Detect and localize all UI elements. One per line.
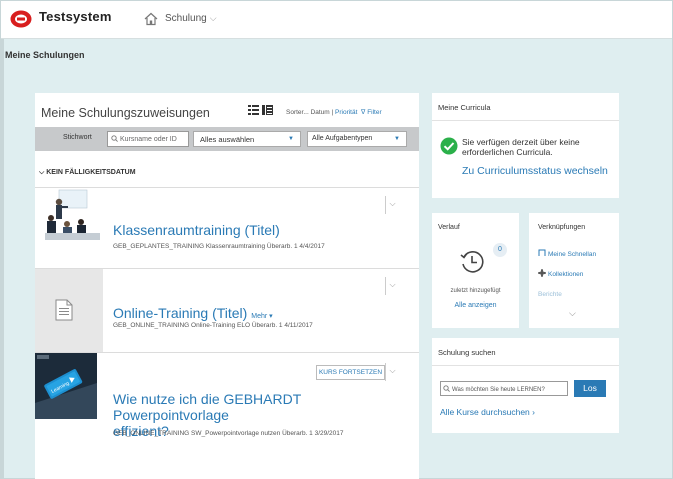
search-icon [111, 135, 118, 142]
history-clock-icon [460, 251, 484, 273]
chevron-down-icon: ⌵ [389, 199, 396, 208]
history-count-badge: 0 [493, 243, 507, 257]
list-item: Learning KURS FORTSETZEN ⌵ Wie nutze ich… [35, 352, 419, 479]
detail-view-icon[interactable] [262, 105, 273, 115]
check-circle-icon [440, 137, 458, 155]
shortcuts-card: Verknüpfungen Meine Schnellan Kollektion… [529, 213, 619, 328]
keyword-label: Stichwort [63, 134, 92, 141]
home-icon[interactable] [144, 12, 158, 26]
bookmark-icon [538, 249, 546, 256]
app-frame: Testsystem Schulung ⌵ Meine Schulungen Me… [0, 0, 673, 479]
more-link[interactable]: Mehr ▾ [251, 313, 272, 320]
document-icon [55, 299, 73, 321]
item-title-link[interactable]: Klassenraumtraining (Titel) [113, 222, 280, 238]
list-item: Online-Training (Titel) Mehr ▾ GEB_ONLIN… [35, 268, 419, 353]
classroom-training-image [45, 188, 100, 240]
chevron-down-icon: ⌵ [389, 366, 396, 375]
chevron-down-icon: ⌵ [209, 13, 217, 23]
item-meta: GEB_ONLINE_TRAINING Online-Training ELO … [113, 322, 313, 329]
collections-icon [538, 269, 546, 277]
item-title-line1: Wie nutze ich die GEBHARDT Powerpointvor… [113, 391, 302, 423]
select-all-dropdown[interactable]: Alles auswählen ▼ [193, 131, 301, 147]
task-types-dropdown[interactable]: Alle Aufgabentypen ▼ [307, 131, 407, 147]
filter-bar: Stichwort Kursname oder ID Alles auswähl… [35, 127, 419, 151]
item-meta: GEB_GEPLANTES_TRAINING Klassenraumtraini… [113, 243, 325, 250]
no-due-date-heading[interactable]: ⌵ KEIN FÄLLIGKEITSDATUM [39, 169, 136, 177]
item-meta: GEB_ONLINE_TRAINING SW_Powerpointvorlage… [113, 430, 344, 437]
list-view-icon[interactable] [248, 105, 259, 115]
search-icon [443, 385, 450, 392]
nav-schulung-label: Schulung [165, 13, 207, 24]
item-menu-button[interactable]: ⌵ [385, 196, 399, 214]
chevron-down-icon[interactable]: ⌵ [569, 308, 576, 319]
gebhardt-logo[interactable] [10, 10, 32, 28]
assignments-panel: Meine Schulungszuweisungen Sorter... Dat… [35, 93, 419, 479]
left-edge-divider [1, 39, 4, 479]
caret-down-icon: ▼ [288, 136, 294, 142]
course-search-placeholder: Was möchten Sie heute LERNEN? [452, 387, 545, 393]
history-title: Verlauf [438, 224, 460, 231]
curricula-status-link[interactable]: Zu Curriculumsstatus wechseln [462, 165, 608, 177]
continue-course-button[interactable]: KURS FORTSETZEN [316, 365, 385, 380]
keyword-search-placeholder: Kursname oder ID [120, 136, 177, 143]
assignments-heading: Meine Schulungszuweisungen [41, 106, 210, 120]
app-brand: Testsystem [39, 9, 112, 24]
view-toggle [248, 105, 273, 115]
course-search-card: Schulung suchen Was möchten Sie heute LE… [432, 338, 619, 433]
elearning-image: Learning [35, 353, 97, 419]
sort-controls: Sorter... Datum | Priorität ∇ Filter [286, 108, 382, 116]
curricula-title: Meine Curricula [438, 103, 491, 112]
curricula-status-text: Sie verfügen derzeit über keine erforder… [462, 137, 580, 157]
shortcut-collections-label: Kollektionen [548, 271, 584, 278]
history-card: Verlauf 0 zuletzt hinzugefügt Alle anzei… [432, 213, 519, 328]
select-all-label: Alles auswählen [200, 135, 255, 144]
course-search-title: Schulung suchen [438, 348, 496, 357]
course-search-input[interactable]: Was möchten Sie heute LERNEN? [440, 381, 568, 396]
item-menu-button[interactable]: ⌵ [385, 277, 399, 295]
sort-priority-link[interactable]: Priorität [335, 109, 357, 116]
shortcut-collections[interactable]: Kollektionen [538, 269, 583, 278]
caret-down-icon: ▼ [394, 136, 400, 142]
item-menu-button[interactable]: ⌵ [385, 363, 399, 381]
shortcut-quick-links-label: Meine Schnellan [548, 251, 597, 258]
curricula-card: Meine Curricula Sie verfügen derzeit übe… [432, 93, 619, 198]
chevron-down-icon: ⌵ [389, 280, 396, 289]
divider [432, 365, 619, 366]
keyword-search-input[interactable]: Kursname oder ID [107, 131, 189, 147]
list-item: Klassenraumtraining (Titel) GEB_GEPLANTE… [35, 187, 419, 268]
item-title-text: Online-Training (Titel) [113, 305, 248, 321]
top-header: Testsystem Schulung ⌵ [1, 1, 672, 39]
shortcut-quick-links[interactable]: Meine Schnellan [538, 249, 596, 258]
shortcut-reports[interactable]: Berichte [538, 291, 562, 298]
document-thumbnail [35, 269, 103, 353]
shortcuts-title: Verknüpfungen [538, 224, 586, 231]
history-subtitle: zuletzt hinzugefügt [450, 288, 501, 294]
show-all-link[interactable]: Alle anzeigen [437, 302, 514, 309]
page-title: Meine Schulungen [5, 50, 85, 60]
browse-all-courses-link[interactable]: Alle Kurse durchsuchen › [440, 407, 535, 417]
search-go-button[interactable]: Los [574, 380, 606, 397]
filter-link[interactable]: ∇ Filter [361, 109, 382, 116]
task-types-label: Alle Aufgabentypen [312, 135, 373, 142]
sort-by-date[interactable]: Sorter... Datum | [286, 109, 335, 116]
divider [432, 120, 619, 121]
nav-schulung[interactable]: Schulung ⌵ [165, 13, 217, 24]
